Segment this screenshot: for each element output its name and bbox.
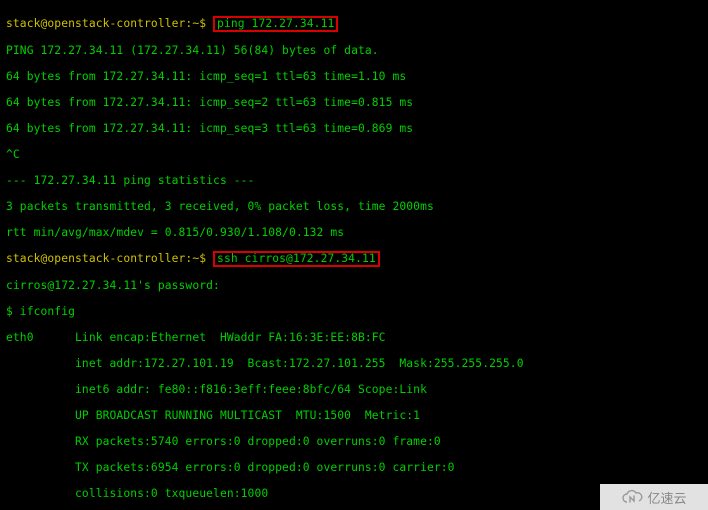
ifconfig-eth0-l1: eth0 Link encap:Ethernet HWaddr FA:16:3E… <box>6 331 702 344</box>
ping-cmd-highlight: ping 172.27.34.11 <box>213 16 338 32</box>
ping1-break: ^C <box>6 148 702 161</box>
ifconfig-eth0-l2: inet addr:172.27.101.19 Bcast:172.27.101… <box>6 357 702 370</box>
watermark-text: 亿速云 <box>647 488 686 507</box>
ping1-header: PING 172.27.34.11 (172.27.34.11) 56(84) … <box>6 44 702 57</box>
ifconfig-cmd: $ ifconfig <box>6 305 702 318</box>
watermark: 亿速云 <box>600 484 708 510</box>
ssh-password-prompt: cirros@172.27.34.11's password: <box>6 279 702 292</box>
cloud-icon <box>621 489 643 505</box>
ifconfig-eth0-l6: TX packets:6954 errors:0 dropped:0 overr… <box>6 461 702 474</box>
ping1-stats-hdr: --- 172.27.34.11 ping statistics --- <box>6 174 702 187</box>
prompt-2-prefix: stack@openstack-controller:~$ <box>6 252 213 265</box>
ssh-cmd-highlight: ssh cirros@172.27.34.11 <box>213 251 380 267</box>
prompt-line-2: stack@openstack-controller:~$ ssh cirros… <box>6 252 702 266</box>
ping1-reply-2: 64 bytes from 172.27.34.11: icmp_seq=2 t… <box>6 96 702 109</box>
ifconfig-eth0-l3: inet6 addr: fe80::f816:3eff:feee:8bfc/64… <box>6 383 702 396</box>
prompt-line-1: stack@openstack-controller:~$ ping 172.2… <box>6 17 702 31</box>
ifconfig-eth0-l4: UP BROADCAST RUNNING MULTICAST MTU:1500 … <box>6 409 702 422</box>
ping1-reply-1: 64 bytes from 172.27.34.11: icmp_seq=1 t… <box>6 70 702 83</box>
ifconfig-eth0-l7: collisions:0 txqueuelen:1000 <box>6 487 702 500</box>
ping1-stats-1: 3 packets transmitted, 3 received, 0% pa… <box>6 200 702 213</box>
ifconfig-eth0-l5: RX packets:5740 errors:0 dropped:0 overr… <box>6 435 702 448</box>
ping1-reply-3: 64 bytes from 172.27.34.11: icmp_seq=3 t… <box>6 122 702 135</box>
prompt-1-prefix: stack@openstack-controller:~$ <box>6 17 213 30</box>
terminal-output[interactable]: stack@openstack-controller:~$ ping 172.2… <box>0 0 708 510</box>
ping1-stats-2: rtt min/avg/max/mdev = 0.815/0.930/1.108… <box>6 226 702 239</box>
